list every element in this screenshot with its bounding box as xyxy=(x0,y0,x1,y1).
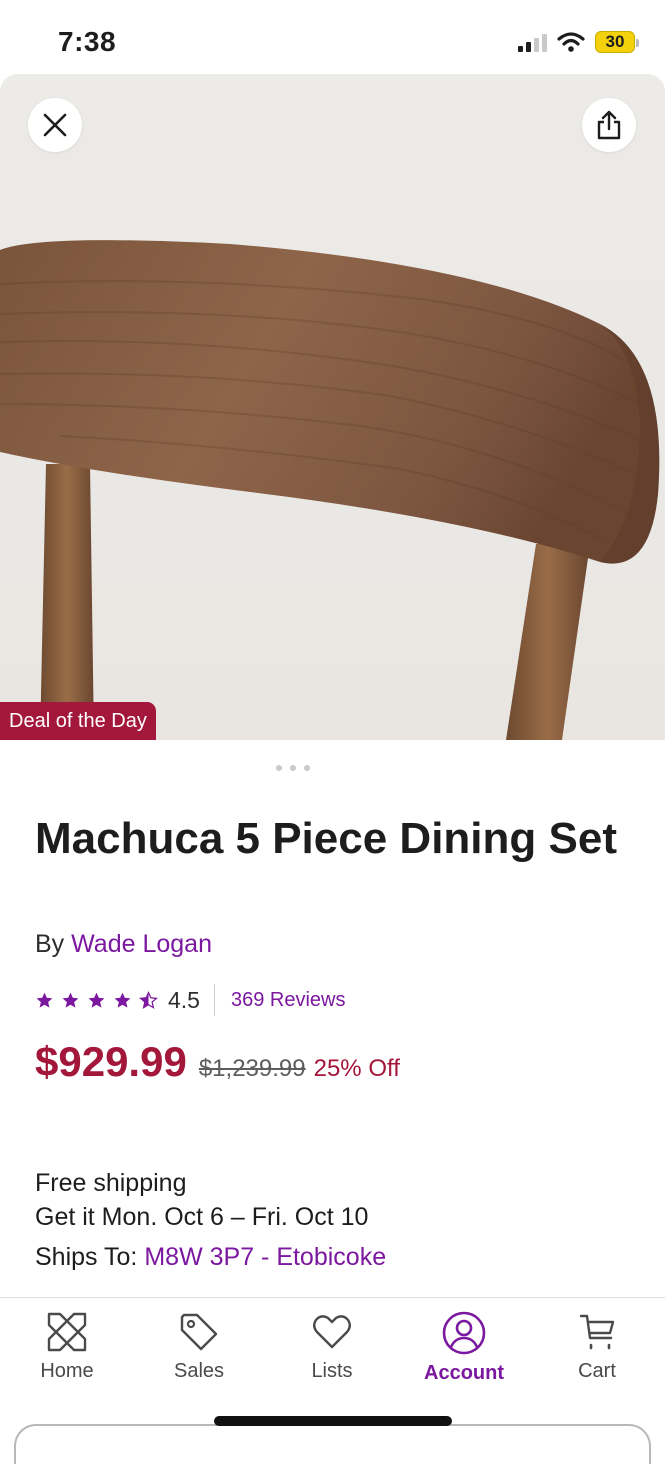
rating-divider xyxy=(213,984,215,1016)
rating-value: 4.5 xyxy=(168,986,200,1013)
chair-photo xyxy=(0,74,665,740)
by-label: By xyxy=(35,930,65,958)
battery-icon: 30 xyxy=(595,31,639,53)
rating-stars xyxy=(35,990,158,1010)
half-star-icon xyxy=(139,990,158,1009)
sale-price: $929.99 xyxy=(35,1038,187,1085)
tab-home[interactable]: Home xyxy=(12,1310,122,1383)
wifi-icon xyxy=(557,32,585,52)
status-bar: 7:38 30 xyxy=(0,0,665,78)
tab-label: Lists xyxy=(311,1360,353,1382)
tab-cart[interactable]: Cart xyxy=(542,1310,652,1383)
home-indicator[interactable] xyxy=(214,1416,452,1426)
bottom-sheet-peek[interactable] xyxy=(14,1424,651,1464)
tab-label: Home xyxy=(40,1360,94,1382)
close-button[interactable] xyxy=(28,98,82,152)
status-time: 7:38 xyxy=(58,26,117,57)
star-icon xyxy=(114,992,131,1008)
tab-label: Account xyxy=(424,1362,504,1384)
status-icons: 30 xyxy=(518,28,639,56)
battery-level: 30 xyxy=(605,32,625,51)
ships-to-location-link[interactable]: M8W 3P7 - Etobicoke xyxy=(144,1243,386,1271)
carousel-dot xyxy=(304,765,310,771)
heart-icon xyxy=(313,1315,351,1349)
delivery-estimate: Get it Mon. Oct 6 – Fri. Oct 10 xyxy=(35,1203,369,1231)
price-row: $929.99 $1,239.99 25% Off xyxy=(35,1038,400,1086)
tab-sales[interactable]: Sales xyxy=(144,1310,254,1383)
carousel-dot xyxy=(276,765,282,771)
ships-to-line: Ships To: M8W 3P7 - Etobicoke xyxy=(35,1240,386,1274)
brand-line: By Wade Logan xyxy=(35,930,212,959)
tab-lists[interactable]: Lists xyxy=(277,1310,387,1383)
deal-badge: Deal of the Day xyxy=(0,702,156,740)
tab-label: Sales xyxy=(173,1360,225,1382)
ships-to-label: Ships To: xyxy=(35,1243,138,1271)
rating-row[interactable]: 4.5 369 Reviews xyxy=(35,983,346,1017)
star-icon xyxy=(36,992,53,1008)
shipping-info: Free shipping Get it Mon. Oct 6 – Fri. O… xyxy=(35,1166,386,1274)
close-icon xyxy=(43,113,67,137)
signal-icon xyxy=(518,32,547,52)
tab-account[interactable]: Account xyxy=(409,1310,519,1385)
brand-link[interactable]: Wade Logan xyxy=(71,930,212,958)
cart-icon xyxy=(579,1314,615,1350)
share-icon xyxy=(597,110,621,140)
home-icon xyxy=(47,1312,87,1352)
product-image[interactable]: Deal of the Day xyxy=(0,74,665,740)
free-shipping-label: Free shipping xyxy=(35,1169,187,1197)
reviews-link[interactable]: 369 Reviews xyxy=(231,989,346,1012)
carousel-dot xyxy=(290,765,296,771)
tag-icon xyxy=(180,1313,218,1351)
product-title: Machuca 5 Piece Dining Set xyxy=(35,814,617,863)
share-button[interactable] xyxy=(582,98,636,152)
image-carousel-dots xyxy=(276,765,310,771)
tab-label: Cart xyxy=(578,1360,616,1382)
star-icon xyxy=(62,992,79,1008)
discount-label: 25% Off xyxy=(313,1055,400,1082)
star-icon xyxy=(88,992,105,1008)
original-price: $1,239.99 xyxy=(198,1055,306,1082)
account-icon xyxy=(442,1311,486,1355)
